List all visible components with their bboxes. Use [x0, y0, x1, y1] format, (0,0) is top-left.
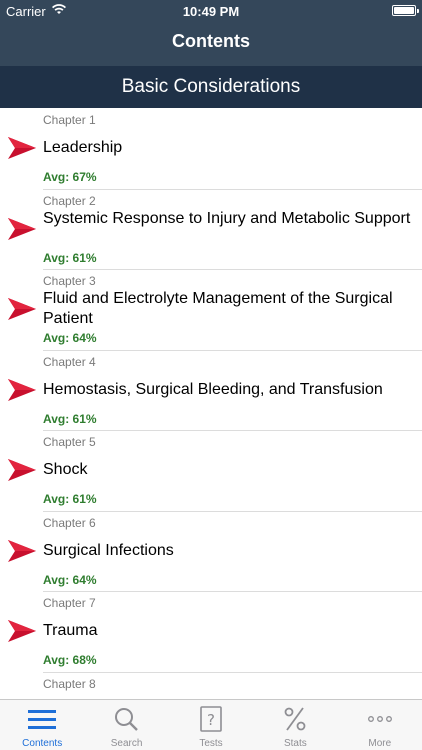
tab-label: Tests — [199, 738, 223, 749]
chapter-number: Chapter 3 — [43, 274, 96, 288]
chapter-title: Surgical Infections — [43, 541, 174, 559]
red-arrow-icon — [8, 539, 36, 562]
chapter-avg: Avg: 61% — [43, 411, 97, 426]
chapter-row-7[interactable]: Chapter 7 Trauma Avg: 68% — [0, 591, 422, 673]
red-arrow-icon — [8, 137, 36, 159]
chapter-title: Hemostasis, Surgical Bleeding, and Trans… — [43, 380, 383, 398]
nav-title: Contents — [172, 31, 250, 51]
tab-contents[interactable]: Contents — [0, 700, 84, 750]
tab-tests[interactable]: ? Tests — [169, 700, 253, 750]
chapter-number: Chapter 5 — [43, 435, 96, 449]
chapter-row-5[interactable]: Chapter 5 Shock Avg: 61% — [0, 430, 422, 512]
chapter-number: Chapter 6 — [43, 515, 96, 530]
tab-more[interactable]: More — [338, 700, 422, 750]
chapter-avg: Avg: 68% — [43, 653, 97, 667]
chapter-row-4[interactable]: Chapter 4 Hemostasis, Surgical Bleeding,… — [0, 350, 422, 431]
chapter-avg: Avg: 64% — [43, 331, 97, 345]
red-arrow-icon — [8, 620, 36, 642]
more-icon — [367, 716, 392, 722]
chapter-number: Chapter 1 — [43, 113, 96, 127]
chapter-number: Chapter 8 — [43, 676, 96, 691]
tab-label: More — [368, 738, 392, 749]
red-arrow-icon — [8, 378, 36, 401]
tab-label: Contents — [22, 738, 63, 749]
status-bar: Carrier 10:49 PM — [0, 0, 422, 22]
chapter-avg: Avg: 67% — [43, 170, 97, 184]
battery-icon — [392, 5, 419, 16]
chapter-title: Shock — [43, 461, 88, 478]
chapter-avg: Avg: 61% — [43, 492, 97, 506]
chapter-avg: Avg: 61% — [43, 250, 97, 265]
top-bar: Carrier 10:49 PM Contents — [0, 0, 422, 66]
chapter-row-2[interactable]: Chapter 2 Systemic Response to Injury an… — [0, 189, 422, 270]
tab-bar: Contents Search ? Tests Stats More — [0, 699, 422, 750]
chapter-number: Chapter 2 — [43, 193, 96, 208]
question-icon: ? — [200, 706, 222, 732]
chapter-avg: Avg: 64% — [43, 572, 97, 587]
chapter-title: Trauma — [43, 622, 98, 639]
status-time: 10:49 PM — [182, 4, 240, 19]
chapter-list[interactable]: Chapter 1 Leadership Avg: 67% Chapter 2 … — [0, 108, 422, 699]
section-header: Basic Considerations — [0, 66, 422, 108]
chapter-title: Fluid and Electrolyte Management of the … — [43, 290, 393, 327]
red-arrow-icon — [8, 217, 36, 240]
chapter-row-6[interactable]: Chapter 6 Surgical Infections Avg: 64% — [0, 511, 422, 592]
tab-label: Stats — [283, 738, 307, 749]
svg-text:?: ? — [207, 711, 215, 729]
tab-search[interactable]: Search — [84, 700, 168, 750]
red-arrow-icon — [8, 298, 36, 320]
red-arrow-icon — [8, 459, 36, 481]
chapter-row-8[interactable]: Chapter 8 — [0, 672, 422, 700]
chapter-number: Chapter 4 — [43, 354, 96, 369]
tab-stats[interactable]: Stats — [253, 700, 337, 750]
chapter-row-3[interactable]: Chapter 3 Fluid and Electrolyte Manageme… — [0, 269, 422, 351]
search-icon — [114, 708, 138, 731]
chapter-title: Leadership — [43, 139, 123, 156]
chapter-title: Systemic Response to Injury and Metaboli… — [43, 209, 411, 227]
tab-label: Search — [110, 738, 143, 749]
percent-icon — [284, 707, 306, 731]
chapter-number: Chapter 7 — [43, 596, 96, 610]
chapter-row-1[interactable]: Chapter 1 Leadership Avg: 67% — [0, 108, 422, 190]
list-icon — [28, 710, 57, 729]
